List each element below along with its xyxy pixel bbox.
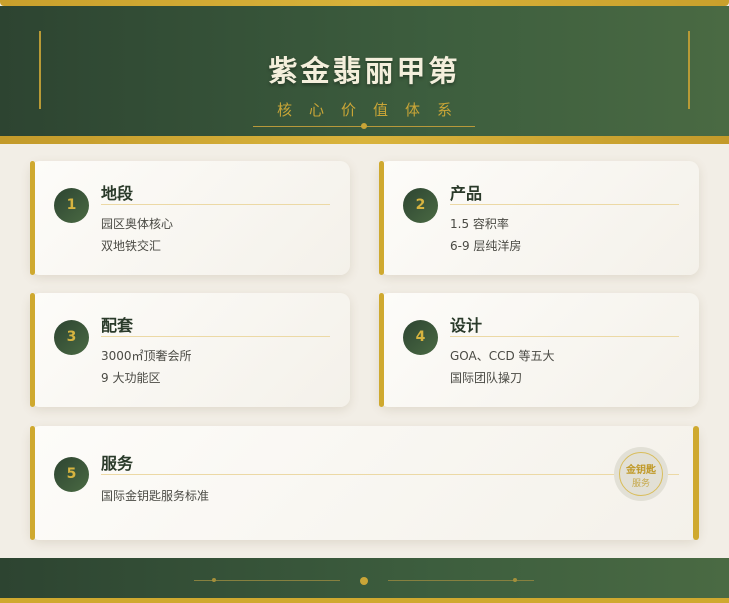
value-card-location: 1 地段 园区奥体核心 双地铁交汇	[30, 161, 350, 275]
card-number-badge: 3	[54, 320, 89, 355]
card-title: 地段	[101, 184, 134, 203]
footer-center-dot	[360, 577, 368, 585]
value-card-service: 5 服务 国际金钥匙服务标准	[30, 426, 699, 540]
card-divider	[450, 336, 679, 337]
card-text: 9 大功能区	[101, 371, 161, 385]
card-divider	[450, 204, 679, 205]
card-divider	[101, 474, 679, 475]
card-text: 国际团队操刀	[450, 371, 523, 385]
seal-text-sub: 服务	[631, 479, 650, 489]
golden-key-seal: 金钥匙 服务	[614, 447, 668, 501]
card-number-badge: 5	[54, 457, 89, 492]
footer-right-dot	[513, 578, 517, 582]
card-text: 国际金钥匙服务标准	[101, 489, 210, 503]
subtitle-divider-dot	[361, 123, 367, 129]
seal-text-main: 金钥匙	[626, 465, 656, 476]
value-card-design: 4 设计 GOA、CCD 等五大 国际团队操刀	[379, 293, 699, 407]
card-title: 产品	[450, 184, 483, 203]
card-divider	[101, 336, 330, 337]
card-number-badge: 1	[54, 188, 89, 223]
card-title: 设计	[450, 316, 483, 335]
card-accent-bar	[379, 161, 384, 275]
card-text: 1.5 容积率	[450, 217, 509, 231]
card-number-badge: 2	[403, 188, 438, 223]
footer-gold-border	[0, 598, 729, 603]
card-text: 双地铁交汇	[101, 239, 162, 253]
card-text: 3000㎡顶奢会所	[101, 349, 192, 363]
card-title: 服务	[101, 454, 134, 473]
value-card-product: 2 产品 1.5 容积率 6-9 层纯洋房	[379, 161, 699, 275]
footer-left-dot	[212, 578, 216, 582]
card-title: 配套	[101, 316, 134, 335]
card-text: 6-9 层纯洋房	[450, 239, 522, 253]
card-number-badge: 4	[403, 320, 438, 355]
card-accent-bar	[30, 426, 35, 540]
card-text: 园区奥体核心	[101, 217, 174, 231]
card-accent-bar	[379, 293, 384, 407]
card-divider	[101, 204, 330, 205]
card-accent-bar	[30, 293, 35, 407]
page-title: 紫金翡丽甲第	[268, 54, 461, 88]
page-subtitle: 核心价值体系	[276, 101, 469, 119]
value-card-amenities: 3 配套 3000㎡顶奢会所 9 大功能区	[30, 293, 350, 407]
card-text: GOA、CCD 等五大	[450, 349, 555, 363]
card-accent-bar	[30, 161, 35, 275]
header-gold-band	[0, 136, 729, 144]
card-right-accent-bar	[693, 426, 699, 540]
